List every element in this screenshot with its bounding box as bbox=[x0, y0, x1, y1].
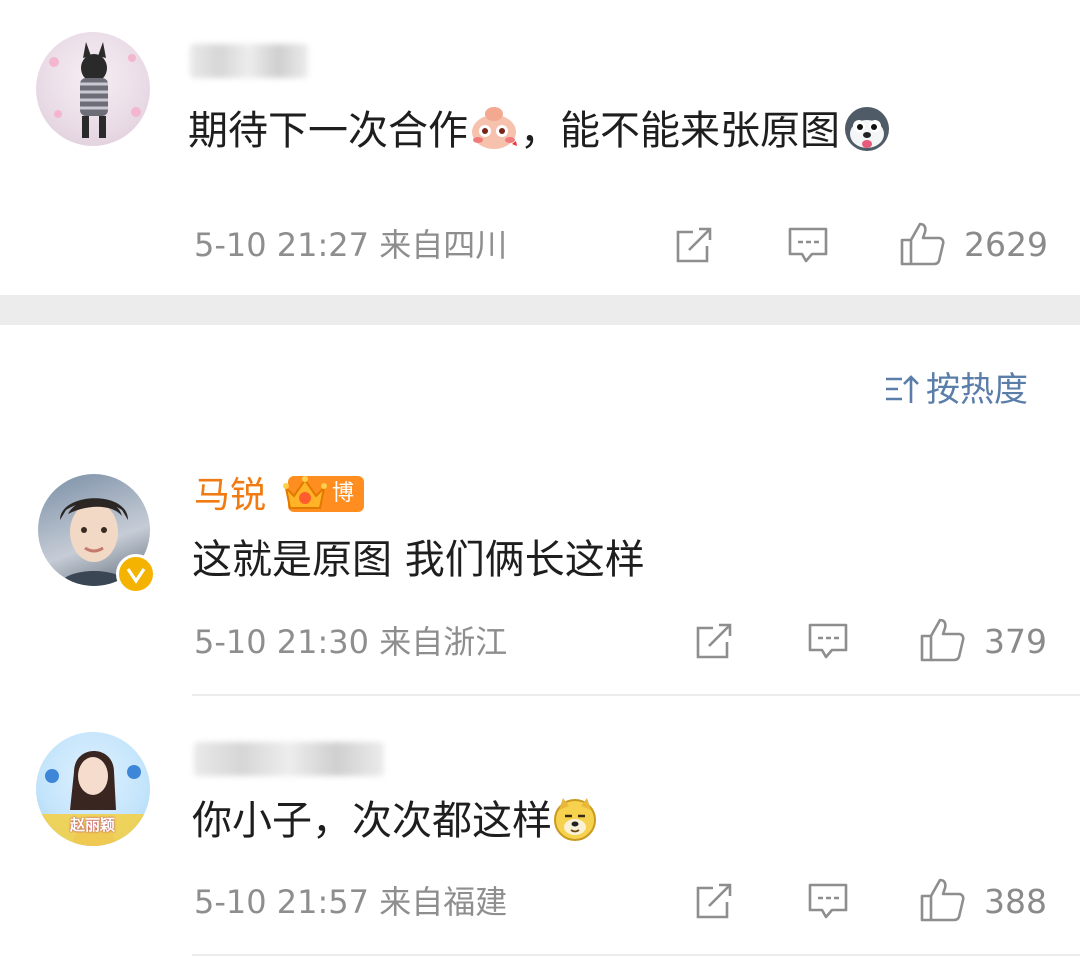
check-icon bbox=[126, 568, 146, 584]
username[interactable]: 马锐 bbox=[194, 474, 266, 518]
comment-divider bbox=[192, 954, 1080, 956]
comment-text-part: 期待下一次合作 bbox=[188, 108, 468, 154]
comment-icon[interactable] bbox=[806, 620, 850, 662]
comment-location: 来自浙江 bbox=[379, 623, 508, 661]
comment-location: 来自四川 bbox=[379, 226, 508, 264]
comment-time: 5-10 21:30 bbox=[194, 623, 370, 661]
section-divider bbox=[0, 295, 1080, 325]
comment-text: 期待下一次合作 ，能不能来张原图 bbox=[188, 104, 894, 155]
comment-meta: 5-10 21:27 来自四川 bbox=[194, 225, 507, 265]
avatar[interactable]: 赵丽颖 bbox=[36, 732, 150, 846]
sort-toggle[interactable]: 按热度 bbox=[884, 370, 1028, 410]
dog-photo bbox=[49, 42, 141, 138]
like-icon[interactable] bbox=[898, 220, 946, 268]
comment-divider bbox=[192, 694, 1080, 696]
comment-text: 你小子，次次都这样 bbox=[192, 796, 598, 845]
username-blurred[interactable] bbox=[190, 44, 308, 78]
crown-icon bbox=[283, 476, 327, 509]
comment-time: 5-10 21:27 bbox=[194, 226, 370, 264]
verified-badge bbox=[116, 554, 156, 594]
comment-text-part: 你小子，次次都这样 bbox=[192, 798, 552, 844]
comment-location: 来自福建 bbox=[379, 883, 508, 921]
like-icon[interactable] bbox=[918, 616, 966, 664]
share-icon[interactable] bbox=[673, 224, 715, 266]
username-blurred[interactable] bbox=[194, 742, 384, 776]
comment-text-part: ，能不能来张原图 bbox=[520, 108, 840, 154]
comment-time: 5-10 21:57 bbox=[194, 883, 370, 921]
like-icon[interactable] bbox=[918, 876, 966, 924]
comment-text: 这就是原图 我们俩长这样 bbox=[192, 537, 645, 583]
like-count: 388 bbox=[984, 882, 1047, 921]
shy-face-emoji bbox=[468, 104, 520, 152]
avatar[interactable] bbox=[36, 32, 150, 146]
share-icon[interactable] bbox=[693, 620, 735, 662]
share-icon[interactable] bbox=[693, 880, 735, 922]
comment-meta: 5-10 21:30 来自浙江 bbox=[194, 622, 507, 662]
comment-icon[interactable] bbox=[806, 880, 850, 922]
comment-meta: 5-10 21:57 来自福建 bbox=[194, 882, 507, 922]
sort-label: 按热度 bbox=[926, 370, 1028, 410]
sort-icon bbox=[886, 375, 919, 403]
avatar-caption: 赵丽颖 bbox=[70, 816, 116, 834]
comment-icon[interactable] bbox=[786, 224, 830, 266]
husky-face-emoji bbox=[840, 104, 894, 152]
like-count: 2629 bbox=[964, 225, 1048, 264]
like-count: 379 bbox=[984, 622, 1047, 661]
doge-emoji bbox=[552, 796, 598, 842]
